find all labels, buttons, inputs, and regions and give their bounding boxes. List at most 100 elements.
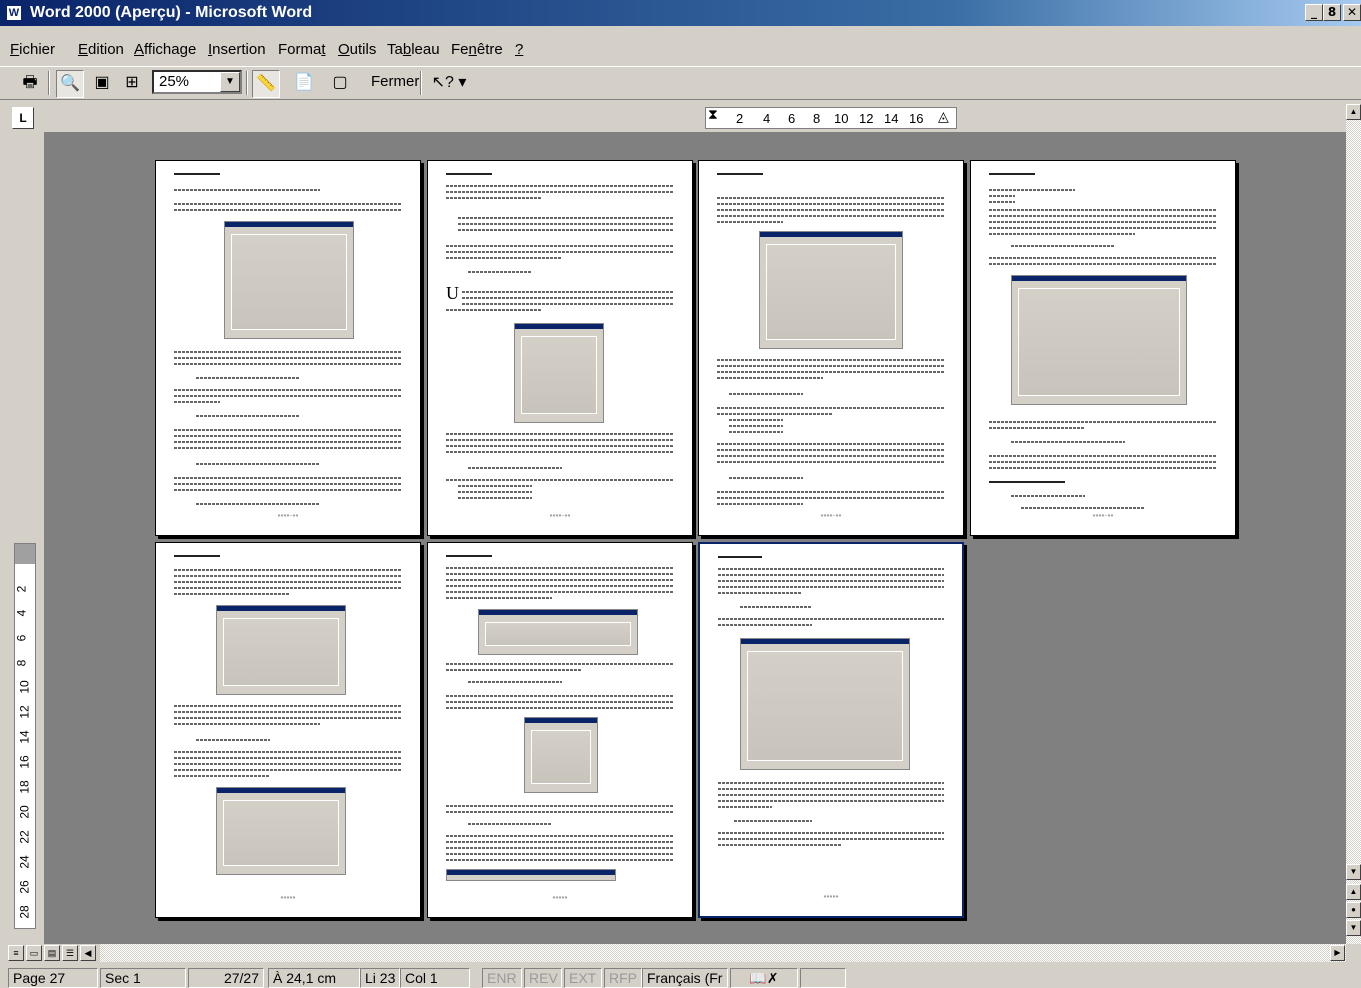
scroll-down-icon[interactable]: ▼: [1346, 864, 1361, 880]
menu-insertion[interactable]: Insertion: [208, 41, 266, 58]
title-bar: W Word 2000 (Aperçu) - Microsoft Word _ …: [0, 0, 1361, 26]
menu-format[interactable]: Format: [278, 41, 326, 58]
close-preview-button[interactable]: Fermer: [366, 70, 424, 93]
dialog-thumbnail: [759, 231, 903, 349]
ruler-tick: 16: [909, 111, 924, 126]
menu-tableau[interactable]: Tableau: [387, 41, 440, 58]
drop-cap: U: [446, 283, 459, 303]
ruler-tick: 12: [17, 705, 32, 719]
minimize-button[interactable]: _: [1305, 4, 1323, 21]
indent-marker-icon[interactable]: ⧗: [708, 106, 718, 123]
multiple-pages-icon[interactable]: ⊞: [118, 70, 146, 98]
toolbar-separator: [48, 71, 50, 95]
ruler-tick: 24: [17, 855, 32, 869]
ruler-margin: [15, 544, 35, 564]
toolbar-thumbnail: [446, 869, 616, 881]
web-view-icon[interactable]: ▭: [26, 945, 42, 961]
horizontal-ruler[interactable]: ⧗ 2 4 6 8 10 12 14 16 ◬: [705, 106, 957, 129]
dialog-thumbnail: [216, 605, 346, 695]
dialog-thumbnail: [1011, 275, 1187, 405]
view-buttons: ≡ ▭ ▤ ☰ ◀: [8, 944, 100, 962]
page-view-icon[interactable]: ▤: [44, 945, 60, 961]
page-footer: »»»»-««: [1092, 513, 1114, 519]
vertical-ruler[interactable]: 2 4 6 8 10 12 14 16 18 20 22 24 26 28: [14, 543, 36, 929]
page-footer: »»»»-««: [549, 513, 571, 519]
next-page-icon[interactable]: ▼: [1346, 920, 1361, 936]
menu-bar: Fichier Edition Affichage Insertion Form…: [0, 38, 1361, 64]
menu-help[interactable]: ?: [515, 41, 523, 58]
ruler-tick: 4: [14, 609, 29, 617]
close-window-button[interactable]: ✕: [1343, 4, 1361, 21]
restore-button[interactable]: 8: [1323, 4, 1341, 21]
status-page-count: 27/27: [188, 968, 264, 988]
ruler-tick: 10: [17, 680, 32, 694]
dialog-thumbnail: [524, 717, 598, 793]
status-column: Col 1: [400, 968, 470, 988]
help-icon[interactable]: ↖? ▾: [428, 70, 470, 98]
status-language: Français (Fr: [642, 968, 728, 988]
magnifier-icon[interactable]: 🔍: [56, 70, 84, 98]
status-rfp[interactable]: RFP: [604, 968, 642, 988]
normal-view-icon[interactable]: ≡: [8, 945, 24, 961]
status-ext[interactable]: EXT: [564, 968, 602, 988]
menu-affichage[interactable]: Affichage: [134, 41, 196, 58]
scroll-right-icon[interactable]: ▶: [1330, 945, 1345, 961]
horizontal-scrollbar[interactable]: ▶: [100, 944, 1346, 962]
outline-view-icon[interactable]: ☰: [62, 945, 78, 961]
status-bar: Page 27 Sec 1 27/27 À 24,1 cm Li 23 Col …: [0, 966, 1361, 988]
one-page-icon[interactable]: ▣: [88, 70, 116, 98]
status-position: À 24,1 cm: [268, 968, 360, 988]
page-footer: »»»»-««: [820, 513, 842, 519]
previous-page-icon[interactable]: ▲: [1346, 884, 1361, 900]
page-footer: «««»»: [280, 895, 296, 901]
page-thumbnail[interactable]: »»»»-««: [970, 160, 1236, 536]
page-footer: «««»»: [823, 894, 839, 900]
ruler-tick: 8: [813, 111, 821, 126]
ruler-tick: 14: [884, 111, 899, 126]
ruler-tick: 2: [14, 585, 29, 593]
status-rev[interactable]: REV: [524, 968, 562, 988]
toolbar-separator: [246, 71, 248, 95]
dialog-thumbnail: [514, 323, 604, 423]
menu-fenetre[interactable]: Fenêtre: [451, 41, 503, 58]
status-line: Li 23: [360, 968, 400, 988]
ruler-tick: 22: [17, 830, 32, 844]
ruler-tick: 6: [14, 634, 29, 642]
status-section: Sec 1: [100, 968, 186, 988]
vertical-scrollbar[interactable]: ▲ ▼ ▲ ● ▼: [1346, 104, 1361, 944]
dialog-thumbnail: [224, 221, 354, 339]
ruler-tick: 20: [17, 805, 32, 819]
chevron-down-icon[interactable]: ▼: [220, 72, 240, 92]
page-thumbnail[interactable]: «««»»: [427, 542, 693, 918]
tab-selector-button[interactable]: L: [12, 107, 34, 129]
view-ruler-icon[interactable]: 📏: [252, 70, 280, 98]
browse-object-icon[interactable]: ●: [1346, 902, 1361, 918]
scroll-up-icon[interactable]: ▲: [1346, 104, 1361, 120]
word-app-icon: W: [6, 5, 22, 21]
ruler-tick: 10: [834, 111, 849, 126]
spelling-status-icon[interactable]: 📖✗: [730, 968, 798, 988]
shrink-to-fit-icon[interactable]: 📄: [290, 70, 318, 98]
full-screen-icon[interactable]: ▢: [326, 70, 354, 98]
menu-fichier[interactable]: Fichier: [10, 41, 55, 58]
scroll-left-icon[interactable]: ◀: [80, 945, 96, 961]
status-rec[interactable]: ENR: [482, 968, 522, 988]
window-title: Word 2000 (Aperçu) - Microsoft Word: [30, 4, 313, 21]
ruler-tick: 6: [788, 111, 796, 126]
page-thumbnail[interactable]: »»»»-««: [698, 160, 964, 536]
ruler-tick: 18: [17, 780, 32, 794]
dialog-thumbnail: [478, 609, 638, 655]
print-icon[interactable]: 🖶: [16, 70, 44, 98]
ruler-tick: 12: [859, 111, 874, 126]
page-thumbnail[interactable]: «««»»: [155, 542, 421, 918]
ruler-tick: 26: [17, 880, 32, 894]
ruler-tick: 14: [17, 730, 32, 744]
page-thumbnail-current[interactable]: «««»»: [698, 542, 964, 918]
page-thumbnail[interactable]: U »»»»-««: [427, 160, 693, 536]
status-page: Page 27: [8, 968, 98, 988]
page-footer: «««»»: [552, 895, 568, 901]
page-thumbnail[interactable]: »»»»-««: [155, 160, 421, 536]
menu-outils[interactable]: Outils: [338, 41, 376, 58]
right-indent-marker-icon[interactable]: ◬: [938, 108, 949, 125]
menu-edition[interactable]: Edition: [78, 41, 124, 58]
